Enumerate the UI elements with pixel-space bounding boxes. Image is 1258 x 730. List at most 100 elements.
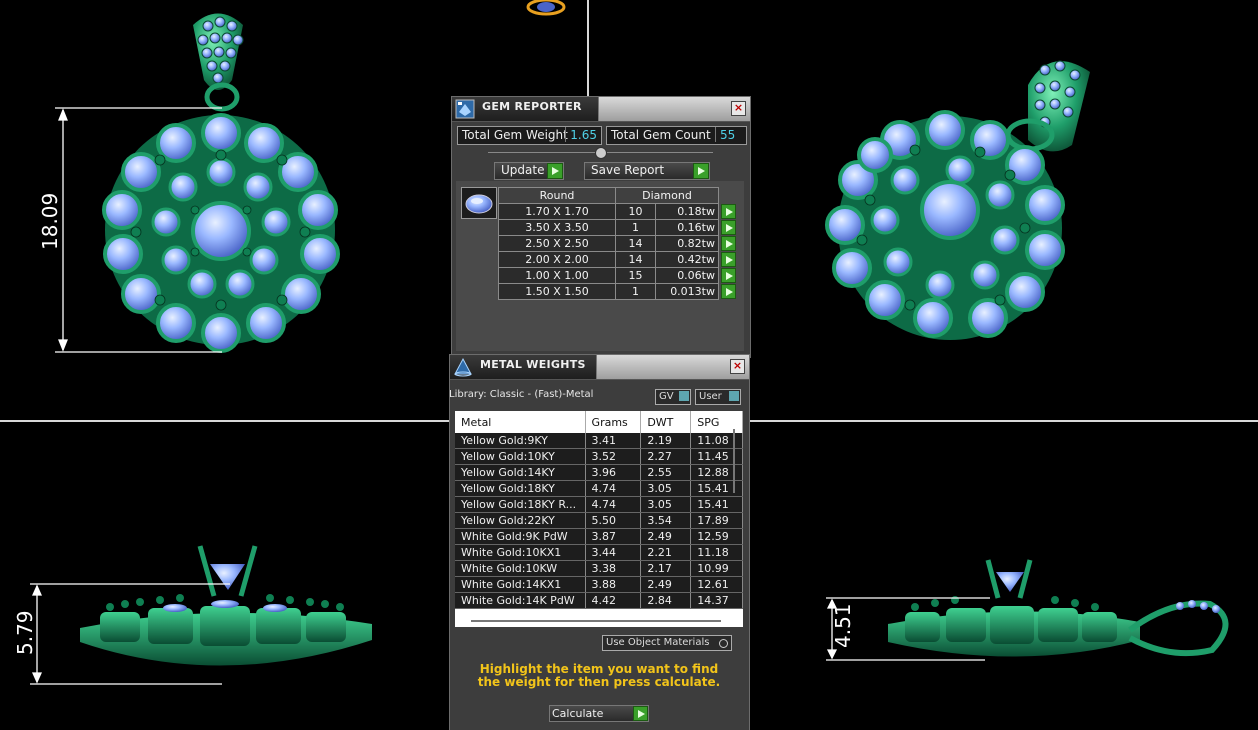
metal-name: Yellow Gold:18KY R... [455, 496, 586, 513]
calculate-instructions: Highlight the item you want to find the … [477, 662, 721, 689]
table-row[interactable]: Yellow Gold:10KY 3.52 2.27 11.45 [455, 448, 743, 465]
table-row[interactable]: 1.00 X 1.00 15 0.06tw [498, 267, 738, 284]
gem-row-go-button[interactable] [719, 252, 738, 268]
table-row[interactable]: White Gold:10KX1 3.44 2.21 11.18 [455, 544, 743, 561]
metal-grams: 3.88 [585, 576, 642, 593]
gem-row-go-button[interactable] [719, 268, 738, 284]
gem-row-go-button[interactable] [719, 284, 738, 300]
gem-reporter-header[interactable]: GEM REPORTER × [452, 97, 750, 122]
table-row[interactable]: 1.70 X 1.70 10 0.18tw [498, 203, 738, 220]
metal-name: White Gold:9K PdW [455, 528, 586, 545]
grams-col-header[interactable]: Grams [585, 411, 642, 433]
metal-col-header[interactable]: Metal [455, 411, 586, 433]
metal-dwt: 2.17 [640, 560, 692, 577]
side-dimension-label: 5.79 [13, 610, 37, 655]
metal-table: Metal Grams DWT SPG Yellow Gold:9KY 3.41 2… [455, 411, 743, 609]
metal-grams: 4.74 [585, 480, 642, 497]
metal-grams: 4.74 [585, 496, 642, 513]
metal-dwt: 2.84 [640, 592, 692, 609]
user-toggle[interactable]: User [695, 389, 741, 405]
pendant-side-view[interactable] [80, 545, 372, 666]
metal-name: Yellow Gold:22KY [455, 512, 586, 529]
table-row[interactable]: Yellow Gold:18KY 4.74 3.05 15.41 [455, 480, 743, 497]
metal-name: White Gold:10KX1 [455, 544, 586, 561]
gv-toggle-switch [679, 391, 689, 401]
metal-grams: 4.42 [585, 592, 642, 609]
gem-size: 1.70 X 1.70 [498, 203, 616, 220]
use-object-materials-toggle[interactable]: Use Object Materials [602, 635, 732, 651]
metal-weights-header[interactable]: METAL WEIGHTS × [450, 355, 749, 380]
calculate-button-label: Calculate [552, 707, 604, 720]
play-icon [721, 284, 736, 299]
table-row[interactable]: Yellow Gold:18KY R... 4.74 3.05 15.41 [455, 496, 743, 513]
table-row[interactable]: 3.50 X 3.50 1 0.16tw [498, 219, 738, 236]
gv-toggle[interactable]: GV [655, 389, 691, 405]
gem-count: 15 [614, 267, 657, 284]
gem-weight: 0.18tw [655, 203, 719, 220]
pendant-front-view[interactable] [102, 13, 340, 353]
metal-spg: 11.18 [690, 544, 743, 561]
table-row[interactable]: Yellow Gold:14KY 3.96 2.55 12.88 [455, 464, 743, 481]
metal-dwt: 2.21 [640, 544, 692, 561]
metal-name: Yellow Gold:10KY [455, 448, 586, 465]
calculate-play-icon [633, 706, 648, 721]
table-row[interactable]: 2.50 X 2.50 14 0.82tw [498, 235, 738, 252]
gem-count: 1 [614, 219, 657, 236]
gem-size: 3.50 X 3.50 [498, 219, 616, 236]
view-cube-icon[interactable] [526, 0, 566, 16]
gem-type-header: Diamond [615, 187, 719, 204]
table-row[interactable]: White Gold:14K PdW 4.42 2.84 14.37 [455, 592, 743, 609]
metal-weights-close-icon[interactable]: × [730, 359, 745, 374]
metal-name: White Gold:14K PdW [455, 592, 586, 609]
round-gem-icon [465, 194, 493, 214]
table-row[interactable]: 1.50 X 1.50 1 0.013tw [498, 283, 738, 300]
metal-weights-title: METAL WEIGHTS [480, 358, 586, 371]
gem-size: 2.50 X 2.50 [498, 235, 616, 252]
play-icon [721, 220, 736, 235]
gem-reporter-close-icon[interactable]: × [731, 101, 746, 116]
vertical-scrollbar[interactable] [733, 429, 735, 493]
table-row[interactable]: Yellow Gold:9KY 3.41 2.19 11.08 [455, 433, 743, 449]
table-row[interactable]: 2.00 X 2.00 14 0.42tw [498, 251, 738, 268]
right-dimension-label: 4.51 [831, 603, 855, 648]
table-row[interactable]: White Gold:9K PdW 3.87 2.49 12.59 [455, 528, 743, 545]
gem-row-go-button[interactable] [719, 236, 738, 252]
metal-name: Yellow Gold:9KY [455, 433, 586, 449]
gem-size: 2.00 X 2.00 [498, 251, 616, 268]
front-dimension-label: 18.09 [38, 193, 62, 250]
pendant-right-view[interactable] [888, 559, 1229, 657]
round-gem-thumbnail[interactable] [461, 187, 497, 219]
gem-row-go-button[interactable] [719, 204, 738, 220]
metal-table-container[interactable]: Metal Grams DWT SPG Yellow Gold:9KY 3.41 2… [455, 411, 743, 627]
metal-weights-logo-icon [454, 357, 472, 377]
play-icon [721, 252, 736, 267]
gem-row-go-button[interactable] [719, 220, 738, 236]
metal-grams: 3.44 [585, 544, 642, 561]
table-row[interactable]: White Gold:14KX1 3.88 2.49 12.61 [455, 576, 743, 593]
gem-count: 14 [614, 251, 657, 268]
horizontal-scrollbar[interactable] [471, 620, 721, 622]
metal-grams: 3.96 [585, 464, 642, 481]
dwt-col-header[interactable]: DWT [640, 411, 692, 433]
metal-spg: 12.59 [690, 528, 743, 545]
gem-size: 1.50 X 1.50 [498, 283, 616, 300]
update-button[interactable]: Update [494, 162, 564, 180]
metal-spg: 10.99 [690, 560, 743, 577]
update-play-icon [547, 163, 563, 179]
collapse-knob-icon[interactable] [595, 147, 607, 159]
calculate-button[interactable]: Calculate [549, 705, 649, 722]
metal-dwt: 3.05 [640, 496, 692, 513]
metal-weights-tab[interactable]: METAL WEIGHTS [450, 355, 597, 379]
table-row[interactable]: Yellow Gold:22KY 5.50 3.54 17.89 [455, 512, 743, 529]
table-row[interactable]: White Gold:10KW 3.38 2.17 10.99 [455, 560, 743, 577]
use-object-materials-label: Use Object Materials [606, 637, 710, 648]
save-report-button-label: Save Report [591, 163, 665, 177]
pendant-perspective-view[interactable] [825, 60, 1090, 340]
gem-reporter-logo-icon [455, 99, 475, 119]
gem-reporter-tab[interactable]: GEM REPORTER [452, 97, 599, 121]
gem-table-header: Round Diamond [498, 187, 738, 204]
play-icon [721, 268, 736, 283]
total-gem-weight-field: Total Gem Weight 1.65 [457, 126, 602, 145]
save-report-button[interactable]: Save Report [584, 162, 710, 180]
metal-name: Yellow Gold:14KY [455, 464, 586, 481]
